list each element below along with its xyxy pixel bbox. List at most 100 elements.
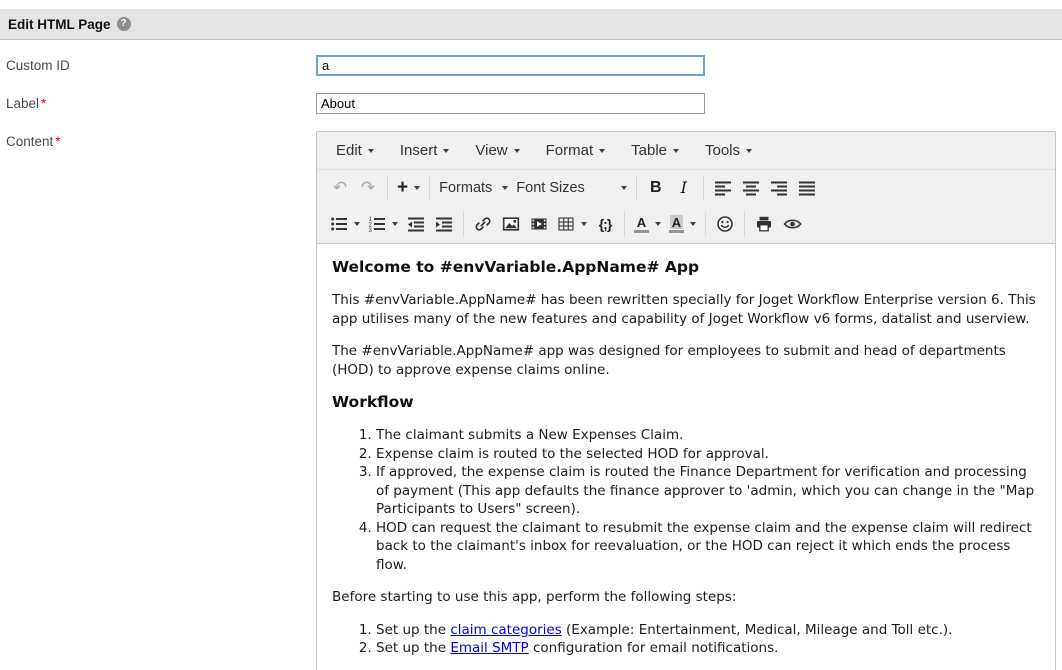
align-left-icon (714, 179, 732, 197)
print-button[interactable] (750, 211, 778, 237)
menu-tools-label: Tools (705, 142, 740, 159)
align-right-icon (770, 179, 788, 197)
page-title: Edit HTML Page (8, 17, 111, 32)
list-item: Set up the claim categories (Example: En… (376, 621, 1040, 640)
undo-icon: ↶ (333, 179, 347, 196)
indent-icon (435, 215, 453, 233)
menu-view-label: View (475, 142, 507, 159)
claim-categories-link[interactable]: claim categories (450, 622, 561, 638)
emoticon-icon (716, 215, 734, 233)
menu-view[interactable]: View (462, 132, 532, 169)
list-item: Expense claim is routed to the selected … (376, 445, 1040, 464)
table-button[interactable] (553, 211, 591, 237)
indent-button[interactable] (430, 211, 458, 237)
chevron-down-icon (599, 149, 605, 153)
edit-html-page-form: Custom ID Label* Content* Edit Insert Vi… (0, 40, 1062, 670)
label-row: Label* (0, 93, 1062, 114)
numbered-list-icon: 123 (368, 215, 386, 233)
preview-button[interactable] (778, 211, 806, 237)
custom-id-input[interactable] (316, 55, 705, 76)
table-icon (557, 215, 575, 233)
italic-icon: I (681, 178, 687, 197)
media-button[interactable] (525, 211, 553, 237)
content-label: Content* (0, 131, 316, 670)
menu-edit-label: Edit (336, 142, 362, 159)
content-row: Content* Edit Insert View Format Table T… (0, 131, 1062, 670)
svg-text:3: 3 (369, 228, 373, 233)
menu-format-label: Format (546, 142, 594, 159)
chevron-down-icon (581, 222, 587, 226)
background-color-button[interactable]: A (665, 211, 700, 237)
image-button[interactable] (497, 211, 525, 237)
menu-edit[interactable]: Edit (323, 132, 387, 169)
outdent-icon (407, 215, 425, 233)
chevron-down-icon (690, 222, 696, 226)
media-icon (530, 215, 548, 233)
undo-button[interactable]: ↶ (326, 175, 354, 201)
content-heading-welcome: Welcome to #envVariable.AppName# App (332, 258, 1040, 277)
align-justify-button[interactable] (793, 175, 821, 201)
list-item: Set up the Email SMTP configuration for … (376, 639, 1040, 658)
label-input[interactable] (316, 93, 705, 114)
menu-insert[interactable]: Insert (387, 132, 463, 169)
step-text: configuration for email notifications. (529, 640, 779, 656)
custom-id-label-text: Custom ID (6, 58, 70, 73)
richtext-editor: Edit Insert View Format Table Tools ↶ ↷ … (316, 131, 1056, 670)
font-sizes-label: Font Sizes (516, 180, 585, 196)
step-text: (Example: Entertainment, Medical, Mileag… (562, 622, 953, 638)
formats-dropdown[interactable]: Formats (435, 175, 512, 201)
preview-eye-icon (783, 215, 802, 233)
text-color-button[interactable]: A (630, 211, 665, 237)
chevron-down-icon (443, 149, 449, 153)
chevron-down-icon (414, 186, 420, 190)
workflow-steps-list: The claimant submits a New Expenses Clai… (332, 426, 1040, 574)
link-button[interactable] (469, 211, 497, 237)
italic-button[interactable]: I (670, 175, 698, 201)
content-paragraph: The #envVariable.AppName# app was design… (332, 342, 1040, 379)
label-label: Label* (0, 93, 316, 114)
align-left-button[interactable] (709, 175, 737, 201)
chevron-down-icon (746, 149, 752, 153)
print-icon (755, 215, 773, 233)
code-sample-icon: {;} (599, 216, 612, 232)
menu-insert-label: Insert (400, 142, 438, 159)
help-icon[interactable]: ? (117, 17, 131, 31)
chevron-down-icon (502, 186, 508, 190)
editor-toolbar-row2: 123 {;} A A (317, 205, 1055, 244)
editor-content-area[interactable]: Welcome to #envVariable.AppName# App Thi… (317, 244, 1055, 670)
menu-table[interactable]: Table (618, 132, 692, 169)
redo-button[interactable]: ↷ (354, 175, 382, 201)
setup-steps-list: Set up the claim categories (Example: En… (332, 621, 1040, 658)
align-right-button[interactable] (765, 175, 793, 201)
top-gap (0, 0, 1062, 9)
insert-plus-button[interactable]: + (393, 175, 424, 201)
label-required-asterisk: * (41, 96, 46, 111)
code-sample-button[interactable]: {;} (591, 211, 619, 237)
align-center-button[interactable] (737, 175, 765, 201)
bold-button[interactable]: B (642, 175, 670, 201)
emoticons-button[interactable] (711, 211, 739, 237)
chevron-down-icon (368, 149, 374, 153)
content-heading-workflow: Workflow (332, 393, 1040, 412)
editor-toolbar-row1: ↶ ↷ + Formats Font Sizes B I (317, 170, 1055, 205)
menu-tools[interactable]: Tools (692, 132, 765, 169)
step-text: Set up the (376, 640, 450, 656)
list-item: The claimant submits a New Expenses Clai… (376, 426, 1040, 445)
font-sizes-dropdown[interactable]: Font Sizes (512, 175, 631, 201)
content-required-asterisk: * (55, 134, 60, 149)
background-color-icon: A (669, 215, 684, 233)
bold-icon: B (650, 179, 662, 197)
list-item: HOD can request the claimant to resubmit… (376, 519, 1040, 575)
step-text: Set up the (376, 622, 450, 638)
editor-menubar: Edit Insert View Format Table Tools (317, 132, 1055, 170)
redo-icon: ↷ (361, 179, 375, 196)
chevron-down-icon (655, 222, 661, 226)
bullet-list-button[interactable] (326, 211, 364, 237)
email-smtp-link[interactable]: Email SMTP (450, 640, 528, 656)
menu-format[interactable]: Format (533, 132, 619, 169)
outdent-button[interactable] (402, 211, 430, 237)
link-icon (474, 215, 492, 233)
content-label-text: Content (6, 134, 53, 149)
numbered-list-button[interactable]: 123 (364, 211, 402, 237)
chevron-down-icon (392, 222, 398, 226)
